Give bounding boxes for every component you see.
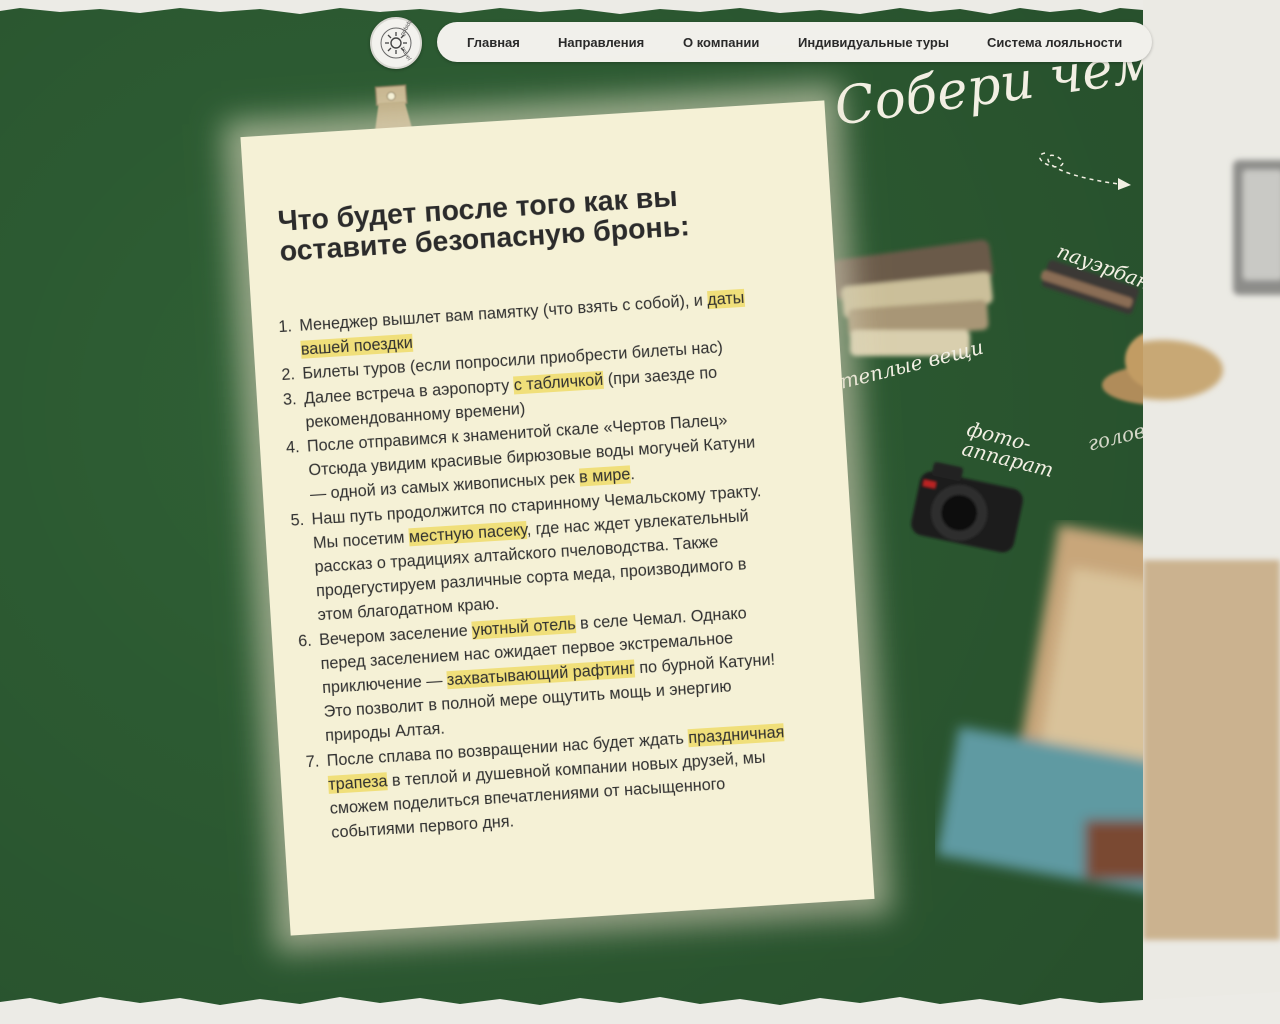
torn-bottom-edge xyxy=(0,992,1280,1024)
card-title: Что будет после того как вы оставите без… xyxy=(276,180,691,268)
step-highlight: местную пасеку xyxy=(408,520,528,547)
torn-top-edge xyxy=(0,0,1143,14)
right-paper-margin xyxy=(1143,0,1280,1024)
paper-sheet: Что будет после того как вы оставите без… xyxy=(240,100,875,936)
nav-link-individual-tours[interactable]: Индивидуальные туры xyxy=(798,35,949,50)
brand-word-1: gobida xyxy=(399,18,415,38)
steps-list: Менеджер вышлет вам памятку (что взять с… xyxy=(274,285,798,847)
suitcase-image xyxy=(936,524,1143,902)
nav-link-destinations[interactable]: Направления xyxy=(558,35,644,50)
step-highlight: с табличкой xyxy=(513,370,604,395)
brand-logo[interactable]: gobida travel xyxy=(370,17,422,69)
step-highlight: в мире xyxy=(578,465,631,487)
nav-link-home[interactable]: Главная xyxy=(467,35,520,50)
nav-link-loyalty[interactable]: Система лояльности xyxy=(987,35,1122,50)
step-highlight: уютный отель xyxy=(471,614,577,640)
booking-steps-card: Что будет после того как вы оставите без… xyxy=(240,100,875,936)
step-text: . xyxy=(629,465,636,484)
main-nav: Главная Направления О компании Индивидуа… xyxy=(437,22,1152,62)
dashed-arrow-icon xyxy=(1038,152,1131,190)
nav-link-about[interactable]: О компании xyxy=(683,35,759,50)
brand-name: gobida travel xyxy=(372,19,420,67)
brand-word-2: travel xyxy=(399,46,412,62)
hat-image xyxy=(1102,333,1143,405)
step-text: Менеджер вышлет вам памятку (что взять с… xyxy=(298,291,708,335)
